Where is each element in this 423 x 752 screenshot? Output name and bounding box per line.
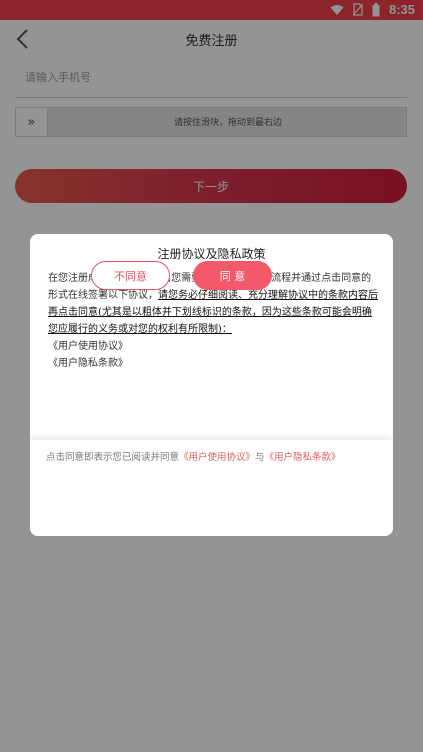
agree-button[interactable]: 同 意 <box>193 261 272 290</box>
notice-user-agreement-link[interactable]: 《用户使用协议》 <box>179 452 255 463</box>
dialog-title: 注册协议及隐私政策 <box>157 247 266 261</box>
notice-prefix: 点击同意即表示您已阅读并同意 <box>46 452 180 463</box>
notice-mid: 与 <box>255 452 265 463</box>
user-agreement-link[interactable]: 《用户使用协议》 <box>48 338 378 355</box>
privacy-terms-link[interactable]: 《用户隐私条款》 <box>48 355 378 372</box>
consent-notice: 点击同意即表示您已阅读并同意《用户使用协议》与《用户隐私条款》 <box>46 450 376 465</box>
dialog-footer: 点击同意即表示您已阅读并同意《用户使用协议》与《用户隐私条款》 <box>30 440 393 536</box>
notice-privacy-link[interactable]: 《用户隐私条款》 <box>265 452 341 463</box>
disagree-button[interactable]: 不同意 <box>91 261 170 290</box>
